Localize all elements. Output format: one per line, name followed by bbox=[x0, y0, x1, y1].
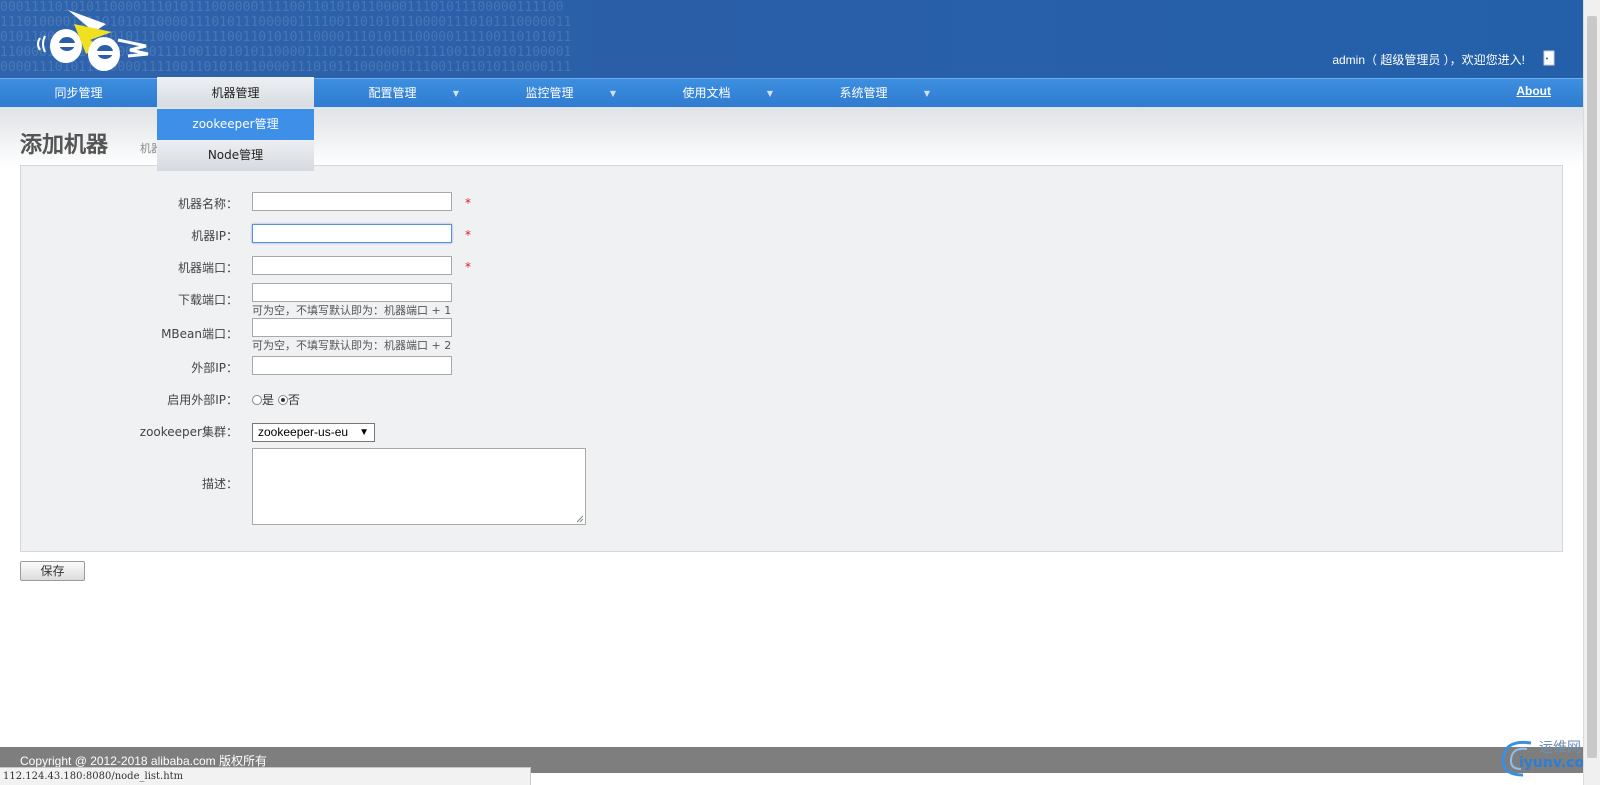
logout-icon[interactable] bbox=[1543, 50, 1555, 66]
machine-ip-input[interactable] bbox=[252, 224, 452, 243]
ete-logo[interactable] bbox=[34, 2, 154, 78]
external-ip-label: 外部IP： bbox=[191, 361, 238, 375]
zk-cluster-label: zookeeper集群： bbox=[139, 425, 238, 439]
zk-cluster-select[interactable]: zookeeper-us-eu ▼ bbox=[252, 423, 375, 442]
download-port-input[interactable] bbox=[252, 283, 452, 302]
nav-machine-management[interactable]: 机器管理 bbox=[157, 77, 314, 108]
description-label: 描述： bbox=[201, 477, 238, 491]
external-ip-input[interactable] bbox=[252, 356, 452, 375]
main-nav: 同步管理 机器管理 配置管理 ▼ 监控管理 ▼ 使用文档 ▼ 系统管理 ▼ Ab… bbox=[0, 77, 1583, 108]
triangle-down-icon: ▼ bbox=[766, 89, 773, 98]
triangle-down-icon: ▼ bbox=[452, 89, 459, 98]
nav-docs[interactable]: 使用文档 ▼ bbox=[628, 79, 785, 107]
required-mark: * bbox=[465, 260, 471, 274]
mbean-port-label: MBean端口： bbox=[161, 327, 238, 341]
radio-no[interactable] bbox=[277, 395, 288, 405]
enable-external-ip-label: 启用外部IP： bbox=[167, 393, 238, 407]
machine-port-label: 机器端口： bbox=[177, 261, 238, 275]
machine-name-label: 机器名称： bbox=[177, 197, 238, 211]
header-banner: 0001111010101100001110101110000001111001… bbox=[0, 0, 1583, 78]
page-title: 添加机器 bbox=[20, 133, 109, 158]
description-textarea[interactable] bbox=[252, 448, 586, 525]
machine-management-dropdown: zookeeper管理 Node管理 bbox=[157, 109, 314, 171]
nav-label: 机器管理 bbox=[211, 86, 260, 100]
dropdown-item-zookeeper[interactable]: zookeeper管理 bbox=[157, 109, 314, 140]
dropdown-item-node[interactable]: Node管理 bbox=[157, 140, 314, 171]
machine-port-input[interactable] bbox=[252, 256, 452, 275]
required-mark: * bbox=[465, 228, 471, 242]
required-mark: * bbox=[465, 196, 471, 210]
nav-system-management[interactable]: 系统管理 ▼ bbox=[785, 79, 942, 107]
radio-yes[interactable] bbox=[252, 395, 262, 405]
radio-yes-label[interactable]: 是 bbox=[262, 393, 274, 407]
nav-config-management[interactable]: 配置管理 ▼ bbox=[314, 79, 471, 107]
nav-label: 监控管理 bbox=[525, 86, 574, 100]
resize-grip-icon[interactable] bbox=[576, 515, 584, 523]
page-scrollbar[interactable] bbox=[1583, 0, 1600, 785]
watermark-text-cn: 运维网 bbox=[1539, 740, 1581, 756]
scroll-thumb[interactable] bbox=[1587, 16, 1597, 758]
site-watermark: 运维网 iyunv.com bbox=[1497, 735, 1599, 781]
download-port-label: 下载端口： bbox=[177, 293, 238, 307]
enable-external-ip-radio-group: 是 否 bbox=[252, 391, 300, 408]
nav-monitor-management[interactable]: 监控管理 ▼ bbox=[471, 79, 628, 107]
radio-no-label[interactable]: 否 bbox=[288, 393, 300, 407]
machine-ip-label: 机器IP： bbox=[191, 229, 238, 243]
chevron-down-icon: ▼ bbox=[359, 427, 369, 438]
save-button[interactable]: 保存 bbox=[20, 561, 85, 581]
triangle-down-icon: ▼ bbox=[609, 89, 616, 98]
nav-label: 系统管理 bbox=[839, 86, 888, 100]
browser-status-bar: 112.124.43.180:8080/node_list.htm bbox=[0, 767, 531, 785]
nav-sync-management[interactable]: 同步管理 bbox=[0, 79, 157, 107]
user-greeting: admin（ 超级管理员 ），欢迎您进入! bbox=[1332, 53, 1525, 67]
mbean-port-input[interactable] bbox=[252, 318, 452, 337]
mbean-port-hint: 可为空，不填写默认即为：机器端口 + 2 bbox=[252, 339, 452, 352]
nav-label: 使用文档 bbox=[682, 86, 731, 100]
zk-cluster-selected-value: zookeeper-us-eu bbox=[258, 425, 349, 439]
nav-label: 配置管理 bbox=[368, 86, 417, 100]
triangle-down-icon: ▼ bbox=[923, 89, 930, 98]
machine-name-input[interactable] bbox=[252, 192, 452, 211]
nav-label: 同步管理 bbox=[54, 86, 103, 100]
download-port-hint: 可为空，不填写默认即为：机器端口 + 1 bbox=[252, 304, 452, 317]
about-link[interactable]: About bbox=[1516, 84, 1551, 98]
